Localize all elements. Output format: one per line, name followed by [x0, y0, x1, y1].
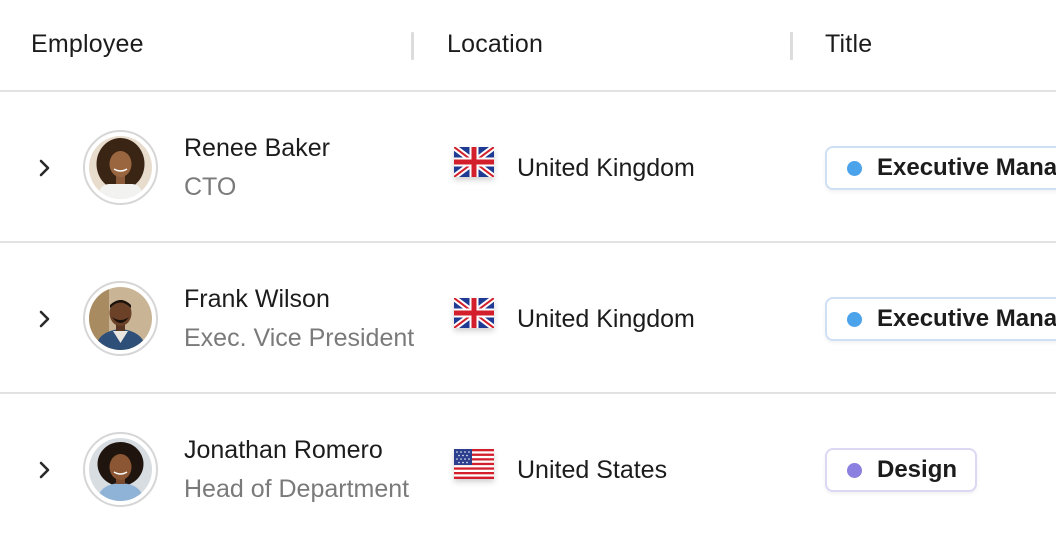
avatar: [83, 281, 158, 356]
expand-chevron-icon[interactable]: [36, 307, 54, 331]
table-header: Employee Location Title: [0, 0, 1056, 92]
expand-chevron-icon[interactable]: [36, 156, 54, 180]
location-country: United Kingdom: [517, 305, 695, 333]
employee-role: Exec. Vice President: [184, 324, 414, 352]
table-row[interactable]: Jonathan Romero Head of Department Unite…: [0, 394, 1056, 545]
table-row[interactable]: Frank Wilson Exec. Vice President United…: [0, 243, 1056, 394]
title-badge-label: Executive Management: [877, 305, 1056, 332]
expand-chevron-icon[interactable]: [36, 458, 54, 482]
employee-role: CTO: [184, 173, 237, 201]
employee-table: Employee Location Title Renee Baker CTO: [0, 0, 1056, 545]
uk-flag-icon: [454, 147, 494, 177]
title-badge[interactable]: Executive Management: [825, 297, 1056, 341]
title-badge[interactable]: Design: [825, 448, 978, 492]
table-row[interactable]: Renee Baker CTO United Kingdom Executive…: [0, 92, 1056, 243]
employee-role: Head of Department: [184, 475, 410, 503]
avatar: [83, 432, 158, 507]
employee-name: Jonathan Romero: [184, 436, 383, 464]
column-header-title[interactable]: Title: [825, 30, 872, 59]
avatar: [83, 130, 158, 205]
title-badge[interactable]: Executive Management: [825, 146, 1056, 190]
location-country: United Kingdom: [517, 154, 695, 182]
status-dot-icon: [847, 161, 862, 176]
employee-name: Frank Wilson: [184, 285, 330, 313]
status-dot-icon: [847, 312, 862, 327]
column-resize-handle[interactable]: [790, 32, 793, 60]
employee-name: Renee Baker: [184, 134, 330, 162]
us-flag-icon: [454, 449, 494, 479]
column-header-employee[interactable]: Employee: [31, 30, 144, 59]
title-badge-label: Executive Management: [877, 154, 1056, 181]
location-country: United States: [517, 456, 668, 484]
title-badge-label: Design: [877, 456, 958, 483]
status-dot-icon: [847, 463, 862, 478]
uk-flag-icon: [454, 298, 494, 328]
column-header-location[interactable]: Location: [447, 30, 543, 59]
column-resize-handle[interactable]: [411, 32, 414, 60]
